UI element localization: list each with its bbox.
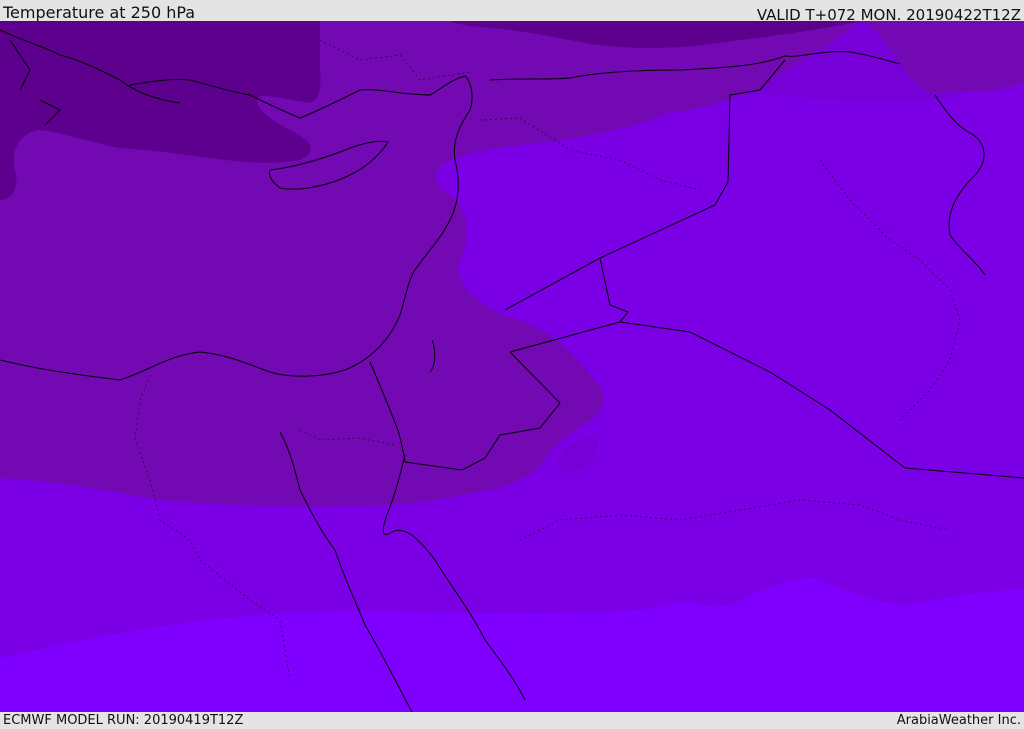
map-footer: ECMWF MODEL RUN: 20190419T12Z ArabiaWeat… [0,712,1024,729]
map-header: Temperature at 250 hPa VALID T+072 MON. … [0,0,1024,24]
credit: ArabiaWeather Inc. [896,713,1021,728]
temperature-map [0,21,1024,712]
map-viewport[interactable] [0,21,1024,712]
model-run: ECMWF MODEL RUN: 20190419T12Z [3,713,244,728]
map-title: Temperature at 250 hPa [3,3,196,22]
